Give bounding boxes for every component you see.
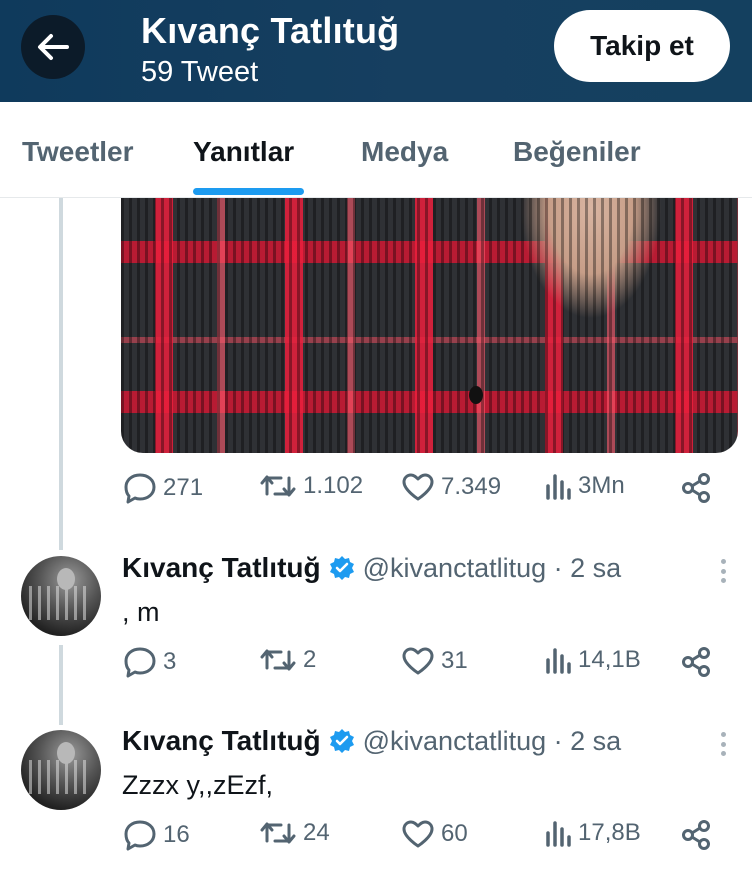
tab-likes[interactable]: Beğeniler (513, 136, 641, 168)
tweet-header: Kıvanç Tatlıtuğ @kivanctatlitug · 2 sa (122, 725, 621, 757)
back-arrow-icon (38, 34, 69, 60)
retweet-icon (260, 649, 296, 671)
retweet-button[interactable]: 24 (259, 819, 330, 847)
more-options-icon (720, 751, 726, 756)
more-options-button[interactable] (711, 729, 735, 759)
tweet-text: Zzzx y,,zEzf, (122, 770, 274, 800)
more-options-icon (720, 741, 726, 747)
share-icon (682, 473, 710, 503)
reply-button[interactable]: 16 (123, 819, 190, 851)
retweet-icon (260, 822, 296, 844)
like-button[interactable]: 7.349 (401, 472, 501, 502)
profile-tabs: Tweetler Yanıtlar Medya Beğeniler (0, 102, 752, 198)
views-count: 14,1B (578, 646, 641, 673)
views-button[interactable]: 17,8B (544, 819, 641, 847)
tweet-actions: 16 24 60 17,8B (0, 819, 752, 863)
tweet-handle-time: @kivanctatlitug · 2 sa (362, 552, 622, 583)
tweet-count: 59 Tweet (141, 56, 259, 88)
more-options-button[interactable] (711, 556, 735, 586)
reply-count: 271 (163, 474, 204, 501)
like-count: 7.349 (441, 473, 502, 500)
retweet-button[interactable]: 2 (259, 646, 316, 674)
more-options-icon (720, 732, 726, 737)
views-count: 3Mn (578, 472, 625, 499)
share-button[interactable] (680, 472, 712, 509)
views-icon (546, 821, 571, 847)
verified-badge-icon (329, 729, 354, 753)
reply-count: 3 (163, 648, 177, 675)
tweet-actions: 3 2 31 14,1B (0, 646, 752, 690)
like-icon (402, 473, 434, 501)
more-options-icon (720, 568, 726, 574)
tweet-header: Kıvanç Tatlıtuğ @kivanctatlitug · 2 sa (122, 552, 621, 584)
active-tab-indicator (193, 188, 304, 195)
follow-button[interactable]: Takip et (554, 10, 730, 82)
reply-icon (124, 820, 156, 851)
tab-media[interactable]: Medya (361, 136, 448, 168)
views-button[interactable]: 3Mn (544, 472, 625, 500)
reply-icon (124, 473, 156, 504)
like-count: 31 (441, 647, 468, 674)
share-icon (682, 647, 710, 677)
reply-button[interactable]: 271 (123, 472, 203, 504)
more-options-icon (720, 578, 726, 583)
reply-button[interactable]: 3 (123, 646, 176, 678)
share-icon (682, 820, 710, 850)
profile-name: Kıvanç Tatlıtuğ (141, 10, 400, 51)
retweet-button[interactable]: 1.102 (259, 472, 363, 500)
retweet-icon (260, 475, 296, 497)
tweet-actions: 271 1.102 7.349 3Mn (0, 472, 752, 516)
like-button[interactable]: 31 (401, 646, 468, 676)
retweet-count: 2 (303, 646, 317, 673)
like-count: 60 (441, 820, 468, 847)
tweet-author-name[interactable]: Kıvanç Tatlıtuğ (122, 725, 321, 757)
shirt-button (469, 386, 483, 404)
views-icon (546, 474, 571, 500)
tab-replies[interactable]: Yanıtlar (193, 136, 294, 168)
views-button[interactable]: 14,1B (544, 646, 641, 674)
views-icon (546, 648, 571, 674)
tweet-text: , m (122, 597, 160, 627)
share-button[interactable] (680, 819, 712, 856)
tab-tweets[interactable]: Tweetler (22, 136, 134, 168)
reply-count: 16 (163, 821, 190, 848)
like-icon (402, 647, 434, 675)
tweet-handle-time: @kivanctatlitug · 2 sa (362, 725, 622, 756)
retweet-count: 1.102 (303, 472, 364, 499)
avatar[interactable] (21, 730, 101, 810)
more-options-icon (720, 559, 726, 564)
avatar[interactable] (21, 556, 101, 636)
views-count: 17,8B (578, 819, 641, 846)
like-button[interactable]: 60 (401, 819, 468, 849)
reply-icon (124, 647, 156, 678)
back-button[interactable] (21, 15, 85, 79)
tweet-media-image[interactable] (121, 198, 738, 453)
share-button[interactable] (680, 646, 712, 683)
like-icon (402, 820, 434, 848)
retweet-count: 24 (303, 819, 330, 846)
tweet-author-name[interactable]: Kıvanç Tatlıtuğ (122, 552, 321, 584)
profile-header: Kıvanç Tatlıtuğ 59 Tweet Takip et (0, 0, 752, 102)
verified-badge-icon (329, 556, 354, 580)
